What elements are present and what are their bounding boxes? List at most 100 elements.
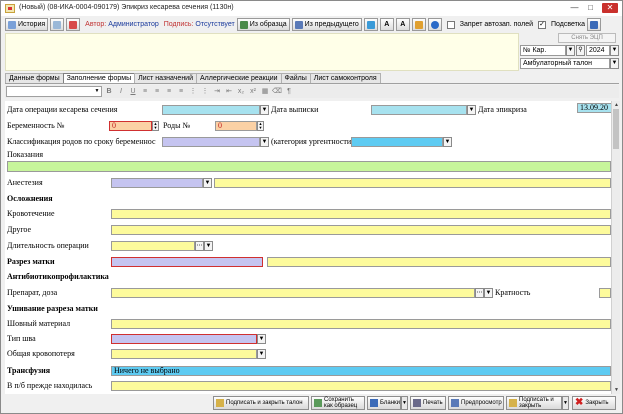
close-window-button[interactable]: ✕ [602,3,618,13]
align-left-icon[interactable]: ≡ [140,87,150,97]
bold-button[interactable]: B [104,87,114,97]
sign-close-button[interactable]: Подписать и закрыть [506,396,562,410]
suture-type-select[interactable] [111,334,257,344]
bullet-list-icon[interactable]: ⋮ [188,87,198,97]
uterine-incision-note[interactable] [267,257,611,267]
align-right-icon[interactable]: ≡ [164,87,174,97]
discharge-date-field[interactable] [371,105,467,115]
uterine-incision-select[interactable] [111,257,263,267]
card-type-select[interactable]: Амбулаторный талон [520,58,610,69]
year-dropdown[interactable]: ▼ [610,45,619,56]
tab-self-control[interactable]: Лист самоконтроля [309,73,381,83]
postop-location-field[interactable] [111,381,611,391]
sign-close-dropdown[interactable]: ▼ [562,396,569,410]
history-button[interactable]: История [5,18,49,31]
births-spinner[interactable]: ▲ ▼ [257,121,264,131]
forms-dropdown[interactable]: ▼ [401,396,408,410]
save-template-button[interactable]: Сохранить как образец [311,396,365,410]
underline-button[interactable]: U [128,87,138,97]
tab-fill-form[interactable]: Заполнение формы [62,73,136,83]
epicrisis-date-field[interactable]: 13.09.20 [577,103,611,113]
scroll-thumb[interactable] [613,109,619,149]
help-button[interactable] [427,18,442,31]
tab-form-data[interactable]: Данные формы [5,73,64,83]
from-template-button[interactable]: Из образца [236,18,290,31]
indications-field[interactable] [7,161,611,172]
classification-select[interactable] [162,137,260,147]
eraser-icon[interactable]: ⌫ [272,87,282,97]
anesthesia-select[interactable] [111,178,203,188]
frequency-field[interactable] [599,288,611,298]
op-date-dropdown[interactable]: ▼ [260,105,269,115]
italic-button[interactable]: I [116,87,126,97]
maximize-button[interactable]: □ [584,3,597,13]
drug-dose-field[interactable] [111,288,475,298]
duration-dropdown[interactable]: ▼ [204,241,213,251]
numbered-list-icon[interactable]: ⋮ [200,87,210,97]
preview-label: Предпросмотр [461,400,502,406]
align-center-icon[interactable]: ≡ [152,87,162,97]
urgency-select[interactable] [351,137,443,147]
blood-loss-field[interactable] [111,349,257,359]
superscript-button[interactable]: x² [248,87,258,97]
refresh-button[interactable] [363,18,378,31]
tab-prescriptions[interactable]: Лист назначений [134,73,198,83]
other-field[interactable] [111,225,611,235]
duration-picker-button[interactable]: ⋯ [195,241,204,251]
form-scrollbar[interactable]: ▲ ▼ [611,101,620,394]
search-icon[interactable]: ⚲ [576,45,585,56]
justify-icon[interactable]: ≡ [176,87,186,97]
op-date-field[interactable] [162,105,260,115]
clear-button[interactable] [411,18,426,31]
drug-dropdown[interactable]: ▼ [484,288,493,298]
sign-close-talon-button[interactable]: Подписать и закрыть талон [213,396,309,410]
scroll-up-icon[interactable]: ▲ [612,101,621,109]
preview-button[interactable]: Предпросмотр [448,396,504,410]
pregnancy-spinner[interactable]: ▲ ▼ [152,121,159,131]
blood-loss-dropdown[interactable]: ▼ [257,349,266,359]
remove-ecp-button[interactable]: Снять ЭЦП [558,33,616,43]
subscript-button[interactable]: x₂ [236,87,246,97]
year-field[interactable]: 2024 [586,45,610,56]
paragraph-icon[interactable]: ¶ [284,87,294,97]
table-icon[interactable]: ▦ [260,87,270,97]
card-number-field[interactable]: № Кар. [520,45,566,56]
anesthesia-dropdown[interactable]: ▼ [203,178,212,188]
anesthesia-note-field[interactable] [214,178,611,188]
card-number-dropdown[interactable]: ▼ [566,45,575,56]
bleeding-field[interactable] [111,209,611,219]
card-type-dropdown[interactable]: ▼ [610,58,619,69]
font-select[interactable]: ▼ [6,86,102,97]
tab-allergies[interactable]: Аллергические реакции [196,73,282,83]
delete-button[interactable] [66,18,81,31]
suture-material-field[interactable] [111,319,611,329]
highlight-checkbox[interactable]: ✓ [538,20,547,29]
autofill-block-checkbox[interactable] [446,20,455,29]
close-button[interactable]: ✖ Закрыть [572,396,616,410]
highlight-label: Подсветка [551,21,585,28]
print-button[interactable]: Печать [410,396,446,410]
drug-picker-button[interactable]: ⋯ [475,288,484,298]
font-decrease-button[interactable]: A [395,18,410,31]
urgency-dropdown[interactable]: ▼ [443,137,452,147]
births-no-field[interactable]: 0 [215,121,257,131]
transfusion-select[interactable]: Ничего не выбрано [111,366,611,376]
save-button[interactable] [587,18,601,31]
export-button[interactable] [50,18,65,31]
discharge-date-dropdown[interactable]: ▼ [467,105,476,115]
outdent-icon[interactable]: ⇤ [224,87,234,97]
pregnancy-no-label: Беременность № [7,121,65,130]
duration-field[interactable] [111,241,195,251]
font-increase-button[interactable]: A [379,18,394,31]
forms-button[interactable]: Бланки [367,396,401,410]
suture-type-label: Тип шва [7,334,36,343]
scroll-down-icon[interactable]: ▼ [612,386,621,394]
from-previous-button[interactable]: Из предыдущего [291,18,362,31]
suture-type-dropdown[interactable]: ▼ [257,334,266,344]
pregnancy-no-field[interactable]: 0 [109,121,152,131]
help-icon [430,20,439,29]
indent-icon[interactable]: ⇥ [212,87,222,97]
classification-dropdown[interactable]: ▼ [260,137,269,147]
tab-files[interactable]: Файлы [280,73,311,83]
minimize-button[interactable]: — [568,3,581,13]
